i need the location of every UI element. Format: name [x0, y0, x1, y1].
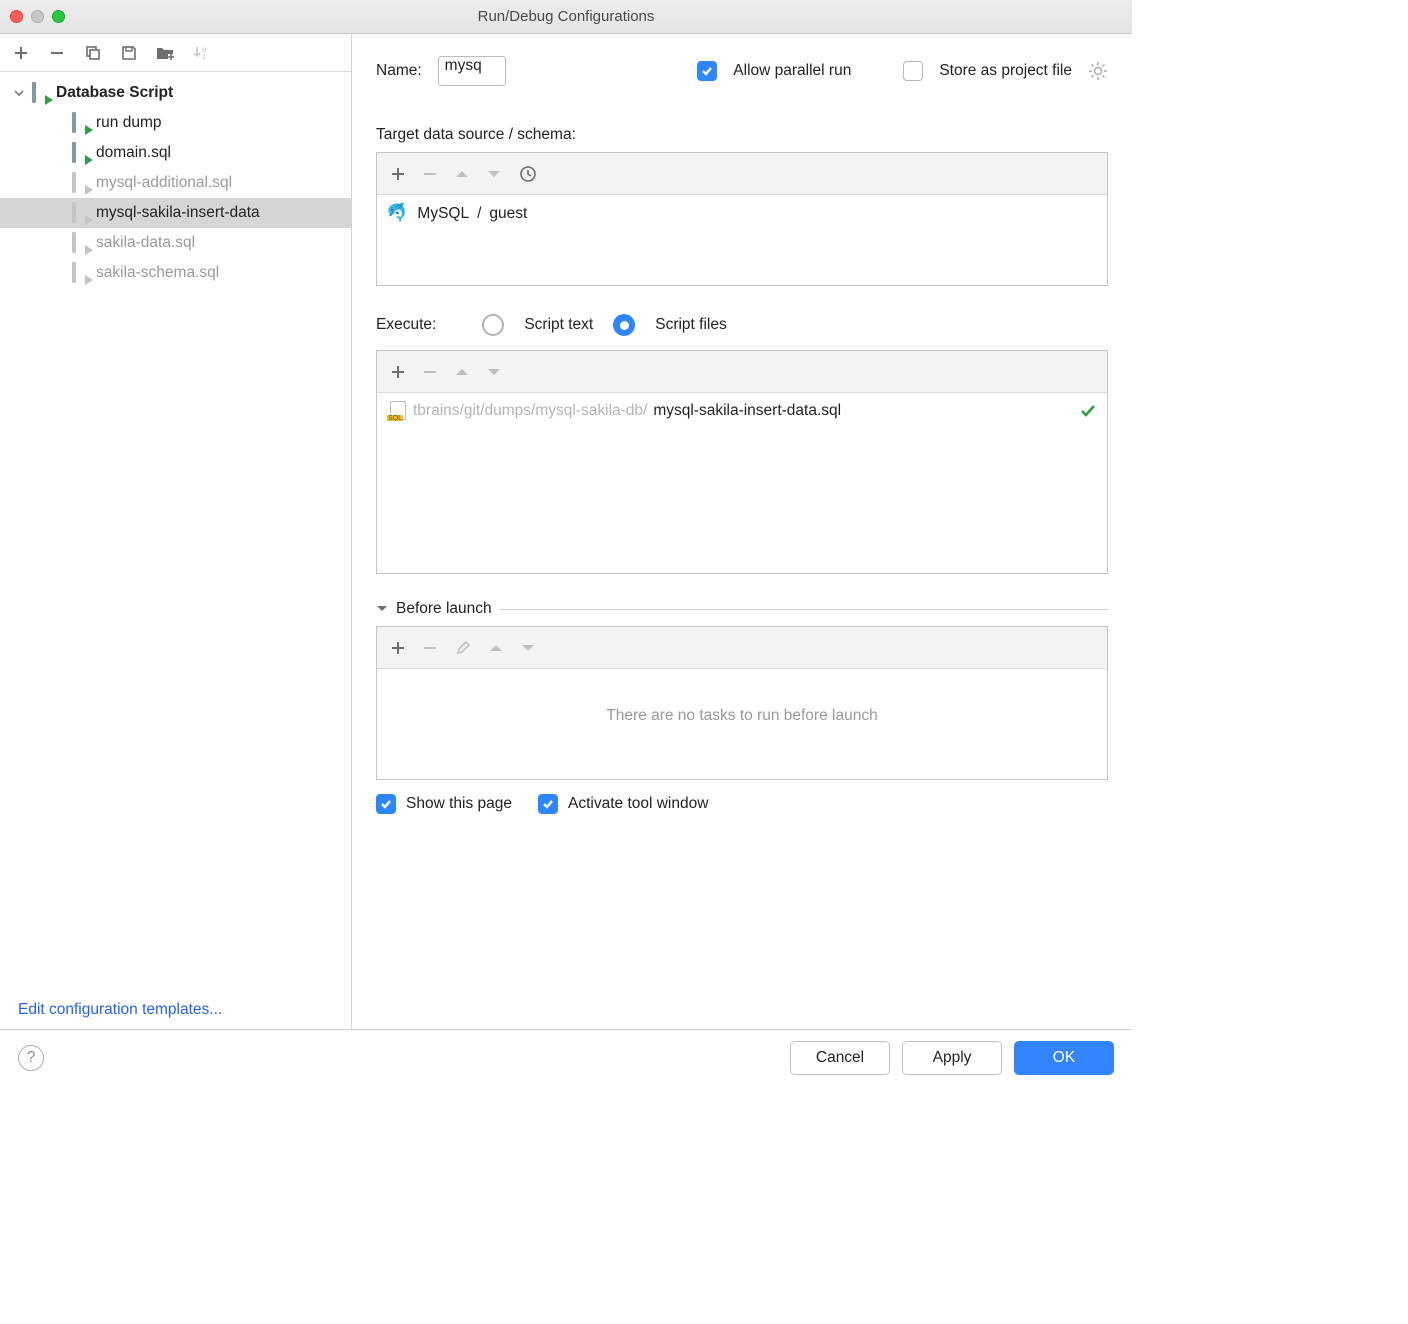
execute-script-text-radio[interactable] — [482, 314, 504, 336]
add-task-icon[interactable] — [391, 641, 405, 655]
before-launch-panel: There are no tasks to run before launch — [376, 626, 1108, 780]
store-as-file-checkbox[interactable] — [903, 61, 923, 81]
folder-config-icon[interactable] — [154, 42, 176, 64]
ok-button[interactable]: OK — [1014, 1041, 1114, 1075]
before-launch-title: Before launch — [396, 600, 492, 618]
execute-script-files-label: Script files — [655, 316, 727, 334]
datasource-panel: 🐬 MySQL / guest — [376, 152, 1108, 286]
help-icon[interactable]: ? — [18, 1045, 44, 1071]
add-datasource-icon[interactable] — [391, 167, 405, 181]
add-config-icon[interactable] — [10, 42, 32, 64]
execute-script-text-label: Script text — [524, 316, 593, 334]
script-file-path: tbrains/git/dumps/mysql-sakila-db/ — [413, 402, 647, 420]
name-input[interactable]: mysq — [438, 56, 506, 86]
datasource-name: MySQL — [417, 205, 469, 223]
name-label: Name: — [376, 62, 422, 80]
tree-item[interactable]: sakila-data.sql — [0, 228, 351, 258]
tree-item[interactable]: mysql-additional.sql — [0, 168, 351, 198]
move-up-icon[interactable] — [455, 169, 469, 179]
remove-file-icon[interactable] — [423, 365, 437, 379]
gear-icon[interactable] — [1088, 61, 1108, 81]
database-script-icon — [72, 144, 90, 162]
activate-tool-window-checkbox[interactable] — [538, 794, 558, 814]
copy-config-icon[interactable] — [82, 42, 104, 64]
history-icon[interactable] — [519, 165, 537, 183]
tree-item[interactable]: run dump — [0, 108, 351, 138]
minimize-window-icon[interactable] — [31, 10, 44, 23]
tree-item-label: sakila-data.sql — [96, 234, 195, 252]
save-config-icon[interactable] — [118, 42, 140, 64]
config-tree[interactable]: Database Script run dump domain.sql mysql-… — [0, 72, 351, 991]
svg-text:z: z — [202, 52, 206, 61]
tree-item-label: mysql-additional.sql — [96, 174, 232, 192]
window-title: Run/Debug Configurations — [0, 8, 1132, 25]
tree-item-label: mysql-sakila-insert-data — [96, 204, 260, 222]
script-files-panel: tbrains/git/dumps/mysql-sakila-db/mysql-… — [376, 350, 1108, 574]
show-this-page-checkbox[interactable] — [376, 794, 396, 814]
file-up-icon[interactable] — [455, 367, 469, 377]
window-controls — [10, 10, 65, 23]
store-as-file-label: Store as project file — [939, 62, 1072, 80]
tree-item[interactable]: sakila-schema.sql — [0, 258, 351, 288]
remove-task-icon[interactable] — [423, 641, 437, 655]
show-this-page-label: Show this page — [406, 795, 512, 813]
mysql-icon: 🐬 — [384, 200, 412, 227]
database-script-icon — [72, 264, 90, 282]
database-script-icon — [72, 174, 90, 192]
remove-datasource-icon[interactable] — [423, 167, 437, 181]
activate-tool-window-label: Activate tool window — [568, 795, 708, 813]
apply-button[interactable]: Apply — [902, 1041, 1002, 1075]
database-script-icon — [72, 234, 90, 252]
datasource-entry[interactable]: 🐬 MySQL / guest — [387, 203, 1097, 224]
chevron-down-icon — [376, 604, 388, 614]
before-launch-empty: There are no tasks to run before launch — [387, 677, 1097, 755]
script-file-name: mysql-sakila-insert-data.sql — [653, 402, 841, 420]
tree-item-label: domain.sql — [96, 144, 171, 162]
titlebar: Run/Debug Configurations — [0, 0, 1132, 34]
task-up-icon[interactable] — [489, 643, 503, 653]
before-launch-section[interactable]: Before launch — [376, 600, 1108, 618]
allow-parallel-checkbox[interactable] — [697, 61, 717, 81]
script-files-list[interactable]: tbrains/git/dumps/mysql-sakila-db/mysql-… — [377, 393, 1107, 573]
tree-item-label: run dump — [96, 114, 161, 132]
database-script-icon — [32, 84, 50, 102]
add-file-icon[interactable] — [391, 365, 405, 379]
sidebar-toolbar: az — [0, 34, 351, 72]
datasource-schema: guest — [489, 205, 527, 223]
dialog-footer: ? Cancel Apply OK — [0, 1029, 1132, 1085]
config-group-label: Database Script — [56, 84, 173, 102]
script-file-entry[interactable]: tbrains/git/dumps/mysql-sakila-db/mysql-… — [387, 401, 1097, 421]
tree-item[interactable]: domain.sql — [0, 138, 351, 168]
datasource-list[interactable]: 🐬 MySQL / guest — [377, 195, 1107, 285]
close-window-icon[interactable] — [10, 10, 23, 23]
file-down-icon[interactable] — [487, 367, 501, 377]
sidebar: az Database Script run dump domain.sql mys… — [0, 34, 352, 1029]
cancel-button[interactable]: Cancel — [790, 1041, 890, 1075]
task-down-icon[interactable] — [521, 643, 535, 653]
file-valid-icon — [1079, 402, 1097, 420]
tree-item[interactable]: mysql-sakila-insert-data — [0, 198, 351, 228]
move-down-icon[interactable] — [487, 169, 501, 179]
execute-script-files-radio[interactable] — [613, 314, 635, 336]
database-script-icon — [72, 204, 90, 222]
edit-task-icon[interactable] — [455, 640, 471, 656]
tree-item-label: sakila-schema.sql — [96, 264, 219, 282]
sql-file-icon — [387, 401, 407, 421]
datasource-section-label: Target data source / schema: — [376, 126, 1108, 144]
allow-parallel-label: Allow parallel run — [733, 62, 851, 80]
run-debug-dialog: Run/Debug Configurations az Database Scr… — [0, 0, 1132, 1085]
config-editor: Name: mysq Allow parallel run Store as p… — [352, 34, 1132, 1029]
sort-config-icon[interactable]: az — [190, 42, 212, 64]
edit-templates-link[interactable]: Edit configuration templates... — [0, 991, 351, 1029]
execute-label: Execute: — [376, 316, 436, 334]
maximize-window-icon[interactable] — [52, 10, 65, 23]
remove-config-icon[interactable] — [46, 42, 68, 64]
database-script-icon — [72, 114, 90, 132]
chevron-down-icon — [14, 88, 26, 98]
config-group-database-script[interactable]: Database Script — [0, 78, 351, 108]
